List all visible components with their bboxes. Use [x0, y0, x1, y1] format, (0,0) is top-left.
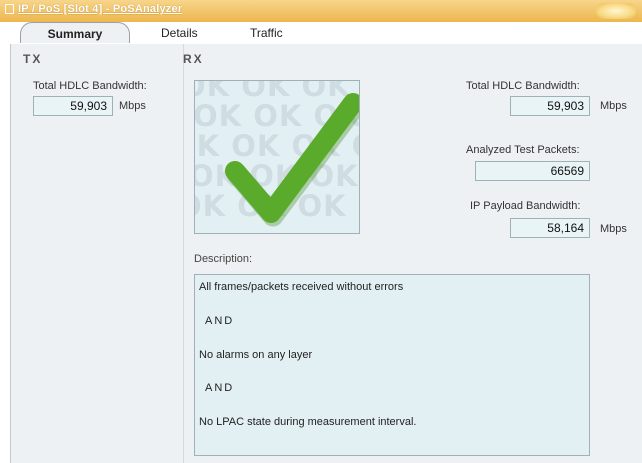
tab-details[interactable]: Details	[161, 26, 198, 40]
description-line: No LPAC state during measurement interva…	[199, 416, 417, 428]
tab-bar: Summary Details Traffic	[0, 22, 642, 44]
description-label: Description:	[194, 253, 253, 265]
window-control-button[interactable]	[596, 3, 636, 19]
description-line: AND	[205, 382, 235, 394]
rx-ip-payload-field: 58,164	[510, 218, 590, 238]
tx-bandwidth-unit: Mbps	[119, 100, 146, 112]
rx-bandwidth-field: 59,903	[510, 96, 590, 116]
rx-bandwidth-label: Total HDLC Bandwidth:	[466, 80, 580, 92]
description-line: No alarms on any layer	[199, 349, 313, 361]
rx-ip-payload-unit: Mbps	[600, 223, 627, 235]
window-title: IP / PoS [Slot 4] - PoSAnalyzer	[18, 3, 183, 15]
rx-packets-label: Analyzed Test Packets:	[466, 144, 580, 156]
tab-summary[interactable]: Summary	[20, 22, 130, 43]
tab-traffic[interactable]: Traffic	[250, 26, 283, 40]
tx-bandwidth-label: Total HDLC Bandwidth:	[33, 80, 147, 92]
section-divider	[183, 44, 184, 463]
title-bar: IP / PoS [Slot 4] - PoSAnalyzer	[0, 0, 642, 22]
window-icon	[5, 4, 14, 14]
description-box: All frames/packets received without erro…	[194, 274, 590, 456]
rx-packets-field: 66569	[475, 161, 590, 181]
description-line: AND	[205, 315, 235, 327]
status-ok-indicator: OK OK OK OK OK OK OK OK OK OK OK OK OK O…	[194, 80, 360, 234]
description-line: All frames/packets received without erro…	[199, 281, 404, 293]
rx-heading: RX	[183, 52, 204, 66]
rx-ip-payload-label: IP Payload Bandwidth:	[470, 200, 581, 212]
summary-panel: TX Total HDLC Bandwidth: 59,903 Mbps RX …	[10, 44, 642, 463]
tx-heading: TX	[23, 52, 43, 66]
rx-bandwidth-unit: Mbps	[600, 100, 627, 112]
tx-bandwidth-field: 59,903	[33, 96, 113, 116]
checkmark-icon	[225, 93, 359, 227]
